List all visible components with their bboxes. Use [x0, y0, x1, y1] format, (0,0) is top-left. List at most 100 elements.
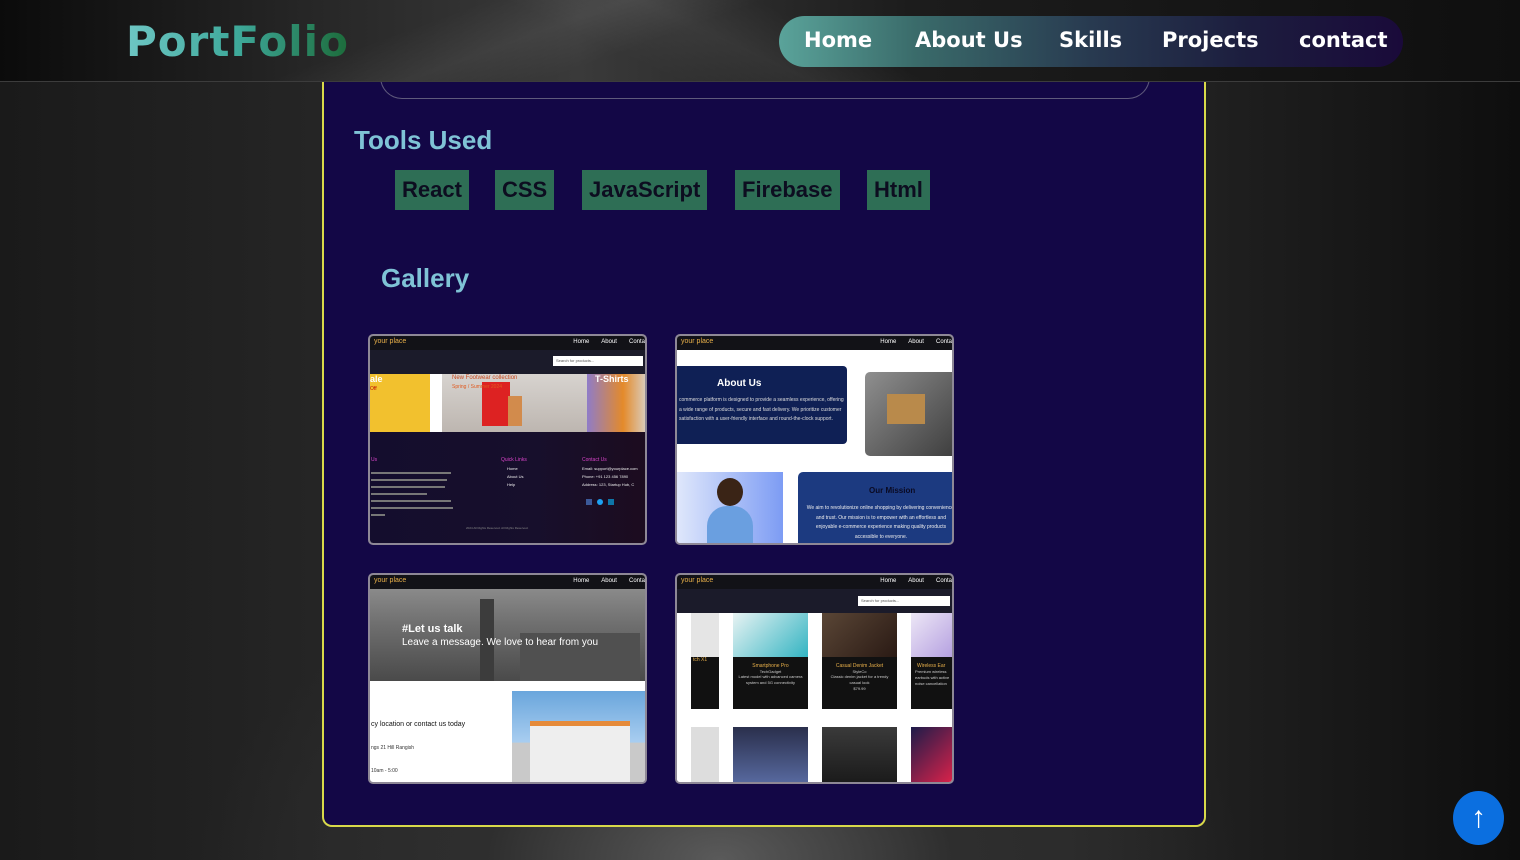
- tool-tag-react: React: [395, 170, 469, 210]
- mini-footer-link: Help: [507, 482, 516, 487]
- mini-navbar: your place Home About Conta: [677, 336, 952, 350]
- mini-product-image: [733, 727, 808, 782]
- mini-contact-line: Address: 123, Startup Hub, C: [582, 482, 635, 487]
- mini-product-card: Wireless Ear Premium wireless earbuds wi…: [911, 613, 952, 709]
- mini-banner-sale: ale Off: [370, 374, 430, 432]
- gallery-image-home[interactable]: your place Home About Conta Search for pro…: [368, 334, 647, 545]
- mini-banner-footwear: New Footwear collection Spring / Summer …: [442, 374, 587, 432]
- mini-photo-body: [707, 506, 753, 543]
- mini-brand: your place: [374, 577, 407, 584]
- mini-link: Conta: [935, 578, 952, 584]
- mini-banner-text: New Footwear collection: [452, 375, 518, 381]
- mini-visit-text: cy location or contact us today: [371, 721, 466, 728]
- mini-nav-links: Home About Conta: [573, 578, 645, 584]
- mini-copyright: 2024 All Rights Reserved. All Rights Res…: [466, 526, 529, 530]
- mini-photo-head: [717, 478, 743, 506]
- mini-link: About: [908, 339, 924, 345]
- nav-skills[interactable]: Skills: [1059, 28, 1122, 52]
- tool-tag-css: CSS: [495, 170, 555, 210]
- mini-link: Conta: [935, 339, 952, 345]
- mini-photo-bag: [508, 396, 522, 426]
- mini-product-card: Casual Denim Jacket StyleCo Classic deni…: [822, 613, 897, 709]
- arrow-up-icon: ↑: [1471, 801, 1486, 834]
- mini-product-desc: Premium wireless earbuds with active noi…: [915, 669, 950, 686]
- mini-footer: Us Quick Links Home About Us Help Contac…: [370, 432, 645, 543]
- linkedin-icon: [608, 499, 614, 505]
- mini-product-image: [911, 727, 952, 782]
- mini-navbar: your place Home About Conta: [370, 336, 645, 350]
- mini-brand: your place: [681, 338, 714, 345]
- mini-hero-sub: Leave a message. We love to hear from yo…: [402, 637, 599, 648]
- mini-footer-links: Home About Us Help: [507, 465, 523, 489]
- mini-about-title: About Us: [717, 378, 762, 389]
- main-nav: Home About Us Skills Projects contact: [779, 16, 1403, 67]
- mini-address: ngs 21 Hill Rangish: [371, 745, 415, 751]
- mini-about-box: About Us commerce platform is designed t…: [677, 366, 847, 444]
- facebook-icon: [586, 499, 592, 505]
- nav-about-us[interactable]: About Us: [915, 28, 1023, 52]
- scroll-to-top-button[interactable]: ↑: [1453, 791, 1504, 845]
- tool-tag-javascript: JavaScript: [582, 170, 708, 210]
- gallery-image-about[interactable]: your place Home About Conta About Us comme…: [675, 334, 954, 545]
- mini-brand: your place: [374, 338, 407, 345]
- mini-link: Home: [880, 339, 897, 345]
- mini-banner-text: Off: [370, 386, 377, 392]
- mini-footer-heading: Contact Us: [582, 457, 607, 463]
- nav-home[interactable]: Home: [804, 28, 872, 52]
- mini-footer-heading: Us: [371, 457, 378, 463]
- gallery-image-contact[interactable]: your place Home About Conta #Let us talk L…: [368, 573, 647, 784]
- tool-tag-firebase: Firebase: [735, 170, 840, 210]
- mini-mission-title: Our Mission: [869, 486, 916, 495]
- mini-link: About: [601, 578, 617, 584]
- mini-photo-store: [512, 691, 645, 782]
- mini-contact-line: Email: support@yourplace.com: [582, 466, 638, 471]
- mini-brand: your place: [681, 577, 714, 584]
- mini-link: Conta: [628, 578, 645, 584]
- mini-search-bar-area: Search for products...: [677, 589, 952, 613]
- mini-link: About: [601, 339, 617, 345]
- mini-product-desc: Latest model with advanced camera system…: [738, 674, 803, 685]
- mini-nav-links: Home About Conta: [880, 578, 952, 584]
- mini-hero-title: #Let us talk: [402, 623, 463, 635]
- twitter-icon: [597, 499, 603, 505]
- mini-photo-cart: [865, 372, 952, 456]
- mini-link: Home: [573, 578, 590, 584]
- mini-hours: 10am - 5:00: [371, 768, 398, 774]
- mini-product-image: [691, 727, 719, 782]
- mini-navbar: your place Home About Conta: [370, 575, 645, 589]
- site-header: PortFolio Home About Us Skills Projects …: [0, 0, 1520, 82]
- gallery-image-products[interactable]: your place Home About Conta Search for pro…: [675, 573, 954, 784]
- mini-link: Home: [880, 578, 897, 584]
- tool-tag-html: Html: [867, 170, 930, 210]
- mini-footer-heading: Quick Links: [501, 457, 527, 463]
- tools-used-heading: Tools Used: [354, 125, 493, 155]
- mini-product-name: tch X1: [693, 657, 708, 663]
- nav-projects[interactable]: Projects: [1162, 28, 1259, 52]
- mini-contact-line: Phone: +91 123 456 7890: [582, 474, 629, 479]
- mini-product-price: $79.99: [853, 686, 866, 691]
- mini-product-desc: Classic denim jacket for a trendy casual…: [830, 674, 889, 685]
- mini-mission-text: We aim to revolutionize online shopping …: [806, 505, 954, 540]
- mini-search-input: Search for products...: [553, 356, 643, 366]
- mini-navbar: your place Home About Conta: [677, 575, 952, 589]
- mini-link: Conta: [628, 339, 645, 345]
- mini-hero-city: #Let us talk Leave a message. We love to…: [370, 589, 645, 681]
- mini-nav-links: Home About Conta: [573, 339, 645, 345]
- nav-contact[interactable]: contact: [1299, 28, 1388, 52]
- mini-banner-text: Spring / Summer 2024: [452, 384, 503, 390]
- mini-banner-tshirts: T-Shirts: [587, 374, 645, 432]
- mini-photo-woman: [677, 472, 783, 543]
- mini-link: About: [908, 578, 924, 584]
- mini-search-input: Search for products...: [858, 596, 950, 606]
- project-detail-card: Tools Used React CSS JavaScript Firebase…: [322, 50, 1206, 827]
- mini-photo-storefront: [530, 721, 630, 782]
- mini-product-card: Smartphone Pro TechGadget Latest model w…: [733, 613, 808, 709]
- mini-nav-links: Home About Conta: [880, 339, 952, 345]
- mini-product-card: tch X1: [691, 613, 719, 709]
- mini-contact-lines: Email: support@yourplace.com Phone: +91 …: [582, 465, 638, 489]
- mini-banner-text: ale: [370, 374, 383, 384]
- mini-filter-sidebar: [677, 613, 691, 782]
- mini-social-icons: [586, 492, 614, 510]
- mini-mission-box: Our Mission We aim to revolutionize onli…: [798, 472, 954, 543]
- site-logo[interactable]: PortFolio: [126, 17, 349, 66]
